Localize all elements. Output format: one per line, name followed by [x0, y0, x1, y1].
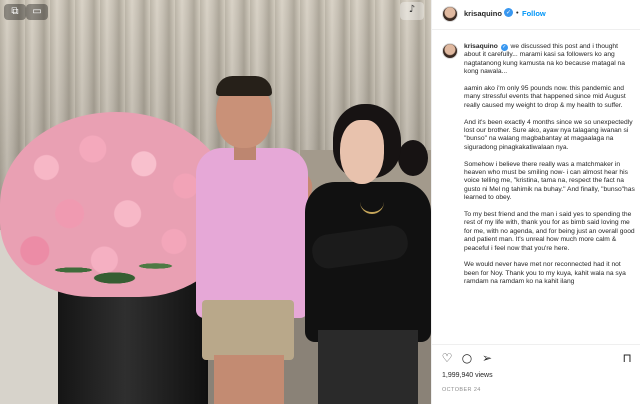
caption-text: krisaquino ✓ we discussed this post and …: [464, 43, 636, 287]
post-date[interactable]: OCTOBER 24: [442, 387, 481, 393]
post-details-panel: krisaquino ✓ • Follow krisaquino ✓ we di…: [431, 0, 640, 404]
woman-hair-bun: [398, 140, 428, 176]
post-header: krisaquino ✓ • Follow: [432, 0, 640, 30]
screen-icon[interactable]: ▭: [26, 4, 48, 20]
share-icon[interactable]: ➢: [480, 351, 494, 365]
verified-icon: ✓: [500, 44, 508, 51]
verified-icon: ✓: [504, 8, 513, 17]
separator-dot: •: [516, 8, 519, 17]
bouquet-leaves: [12, 250, 217, 290]
man-pink-shirt: [196, 148, 308, 318]
caption-paragraph: Somehow i believe there really was a mat…: [464, 160, 635, 202]
caption-paragraph: aamin ako i'm only 95 pounds now. this p…: [464, 85, 626, 109]
caption-paragraph: krisaquino ✓ we discussed this post and …: [464, 43, 625, 76]
view-count: 1,999,940 views: [442, 372, 493, 379]
woman-face: [340, 120, 384, 184]
heart-icon[interactable]: ♡: [440, 351, 454, 365]
caption-avatar[interactable]: [442, 43, 458, 59]
man-shorts: [202, 300, 294, 360]
post-actions: ♡ ○ ➢ ⊓ 1,999,940 views OCTOBER 24: [432, 344, 640, 404]
caption-paragraph: To my best friend and the man i said yes…: [464, 211, 635, 252]
sound-icon[interactable]: ♪: [400, 2, 424, 20]
comment-icon[interactable]: ○: [460, 351, 474, 365]
man-hair: [216, 76, 272, 96]
header-username[interactable]: krisaquino: [464, 9, 502, 18]
caption: krisaquino ✓ we discussed this post and …: [432, 34, 640, 344]
avatar[interactable]: [442, 6, 458, 22]
follow-button[interactable]: Follow: [522, 9, 546, 18]
bookmark-icon[interactable]: ⊓: [620, 351, 634, 365]
caption-paragraph: We would never have met nor reconnected …: [464, 261, 626, 286]
post-media[interactable]: ⧉ ▭ ♪: [0, 0, 431, 404]
caption-paragraph: And it's been exactly 4 months since we …: [464, 118, 633, 151]
caption-username[interactable]: krisaquino: [464, 43, 498, 50]
pip-icon[interactable]: ⧉: [4, 4, 26, 20]
